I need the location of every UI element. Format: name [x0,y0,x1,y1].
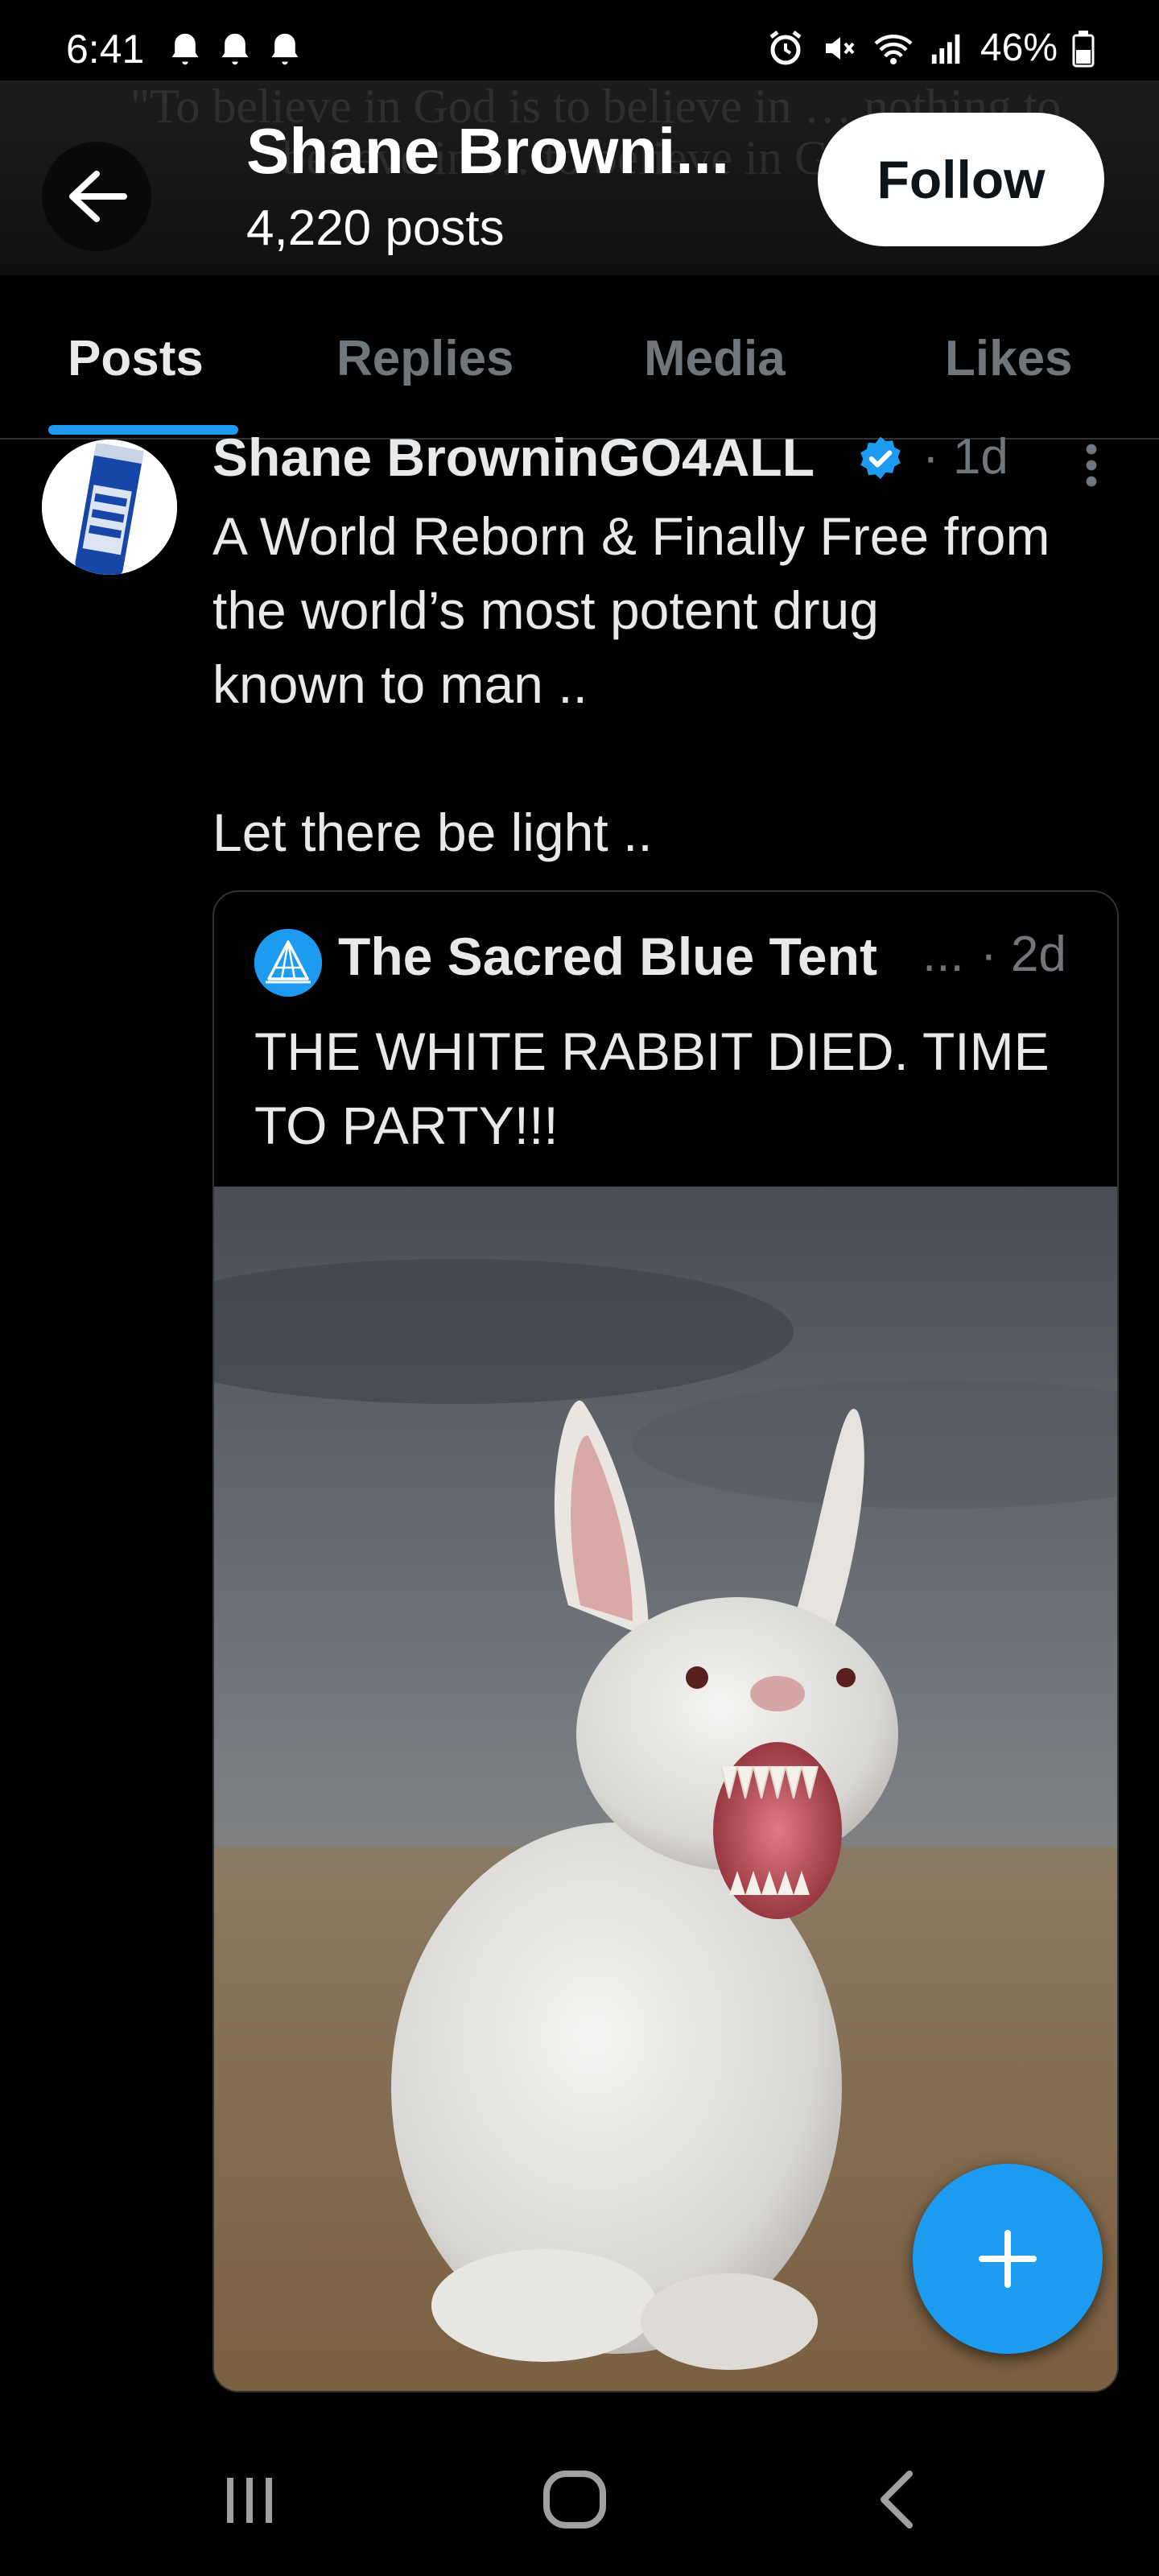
active-tab-indicator [48,425,238,435]
post-time: · 1d [922,429,1008,485]
back-nav-button[interactable] [848,2463,945,2536]
tab-media[interactable]: Media [644,330,786,387]
chevron-left-icon [881,2471,913,2529]
more-options-icon[interactable] [1083,443,1099,488]
post-count: 4,220 posts [246,200,505,256]
home-button[interactable] [526,2463,623,2536]
bell-icon [171,33,199,65]
compose-button[interactable] [913,2164,1103,2354]
status-time: 6:41 [66,27,145,72]
quote-author[interactable]: The Sacred Blue Tent [338,926,877,987]
post-text-line: Let there be light .. [212,803,653,862]
quote-avatar[interactable] [254,929,322,997]
verified-badge-icon [860,436,901,479]
bell-icon [271,33,299,65]
battery-percent: 46% [980,27,1058,69]
quote-text-line: TO PARTY!!! [254,1096,559,1155]
mute-icon [825,36,855,60]
signal-icon [931,34,960,64]
back-button[interactable] [42,142,151,251]
quote-time: · 2d [980,927,1066,982]
profile-name: Shane Browni... [246,115,730,187]
avatar[interactable] [42,440,177,575]
plus-icon [979,2230,1037,2288]
alarm-icon [769,30,802,64]
battery-icon [1072,30,1095,67]
arrow-left-icon [69,171,127,222]
status-bar: 6:41 46% [0,0,1159,80]
bell-icon [221,33,249,65]
notification-icons [167,31,303,69]
tab-likes[interactable]: Likes [945,330,1073,387]
recent-apps-button[interactable] [201,2463,298,2536]
system-nav-bar [0,2415,1159,2576]
quote-author-truncation: ... [922,927,964,982]
post-author[interactable]: Shane BrowninGO4ALL [212,427,815,488]
post-text-line: known to man .. [212,654,588,714]
quote-text: THE WHITE RABBIT DIED. TIME TO PARTY!!! [254,1014,1091,1162]
profile-header: "To believe in God is to believe in … no… [0,80,1159,275]
tab-posts[interactable]: Posts [68,330,204,387]
home-icon [543,2471,606,2529]
post-text: A World Reborn & Finally Free from the w… [212,499,1114,869]
follow-button[interactable]: Follow [818,113,1104,246]
tent-icon [254,929,322,997]
system-status: 46% [766,26,1095,70]
quote-text-line: THE WHITE RABBIT DIED. TIME [254,1022,1050,1081]
post-text-line: the world’s most potent drug [212,580,879,640]
recent-apps-icon [227,2478,272,2523]
wifi-icon [874,34,913,64]
profile-tabs: Posts Replies Media Likes [0,275,1159,440]
post-text-line: A World Reborn & Finally Free from [212,506,1050,566]
tab-replies[interactable]: Replies [336,330,514,387]
